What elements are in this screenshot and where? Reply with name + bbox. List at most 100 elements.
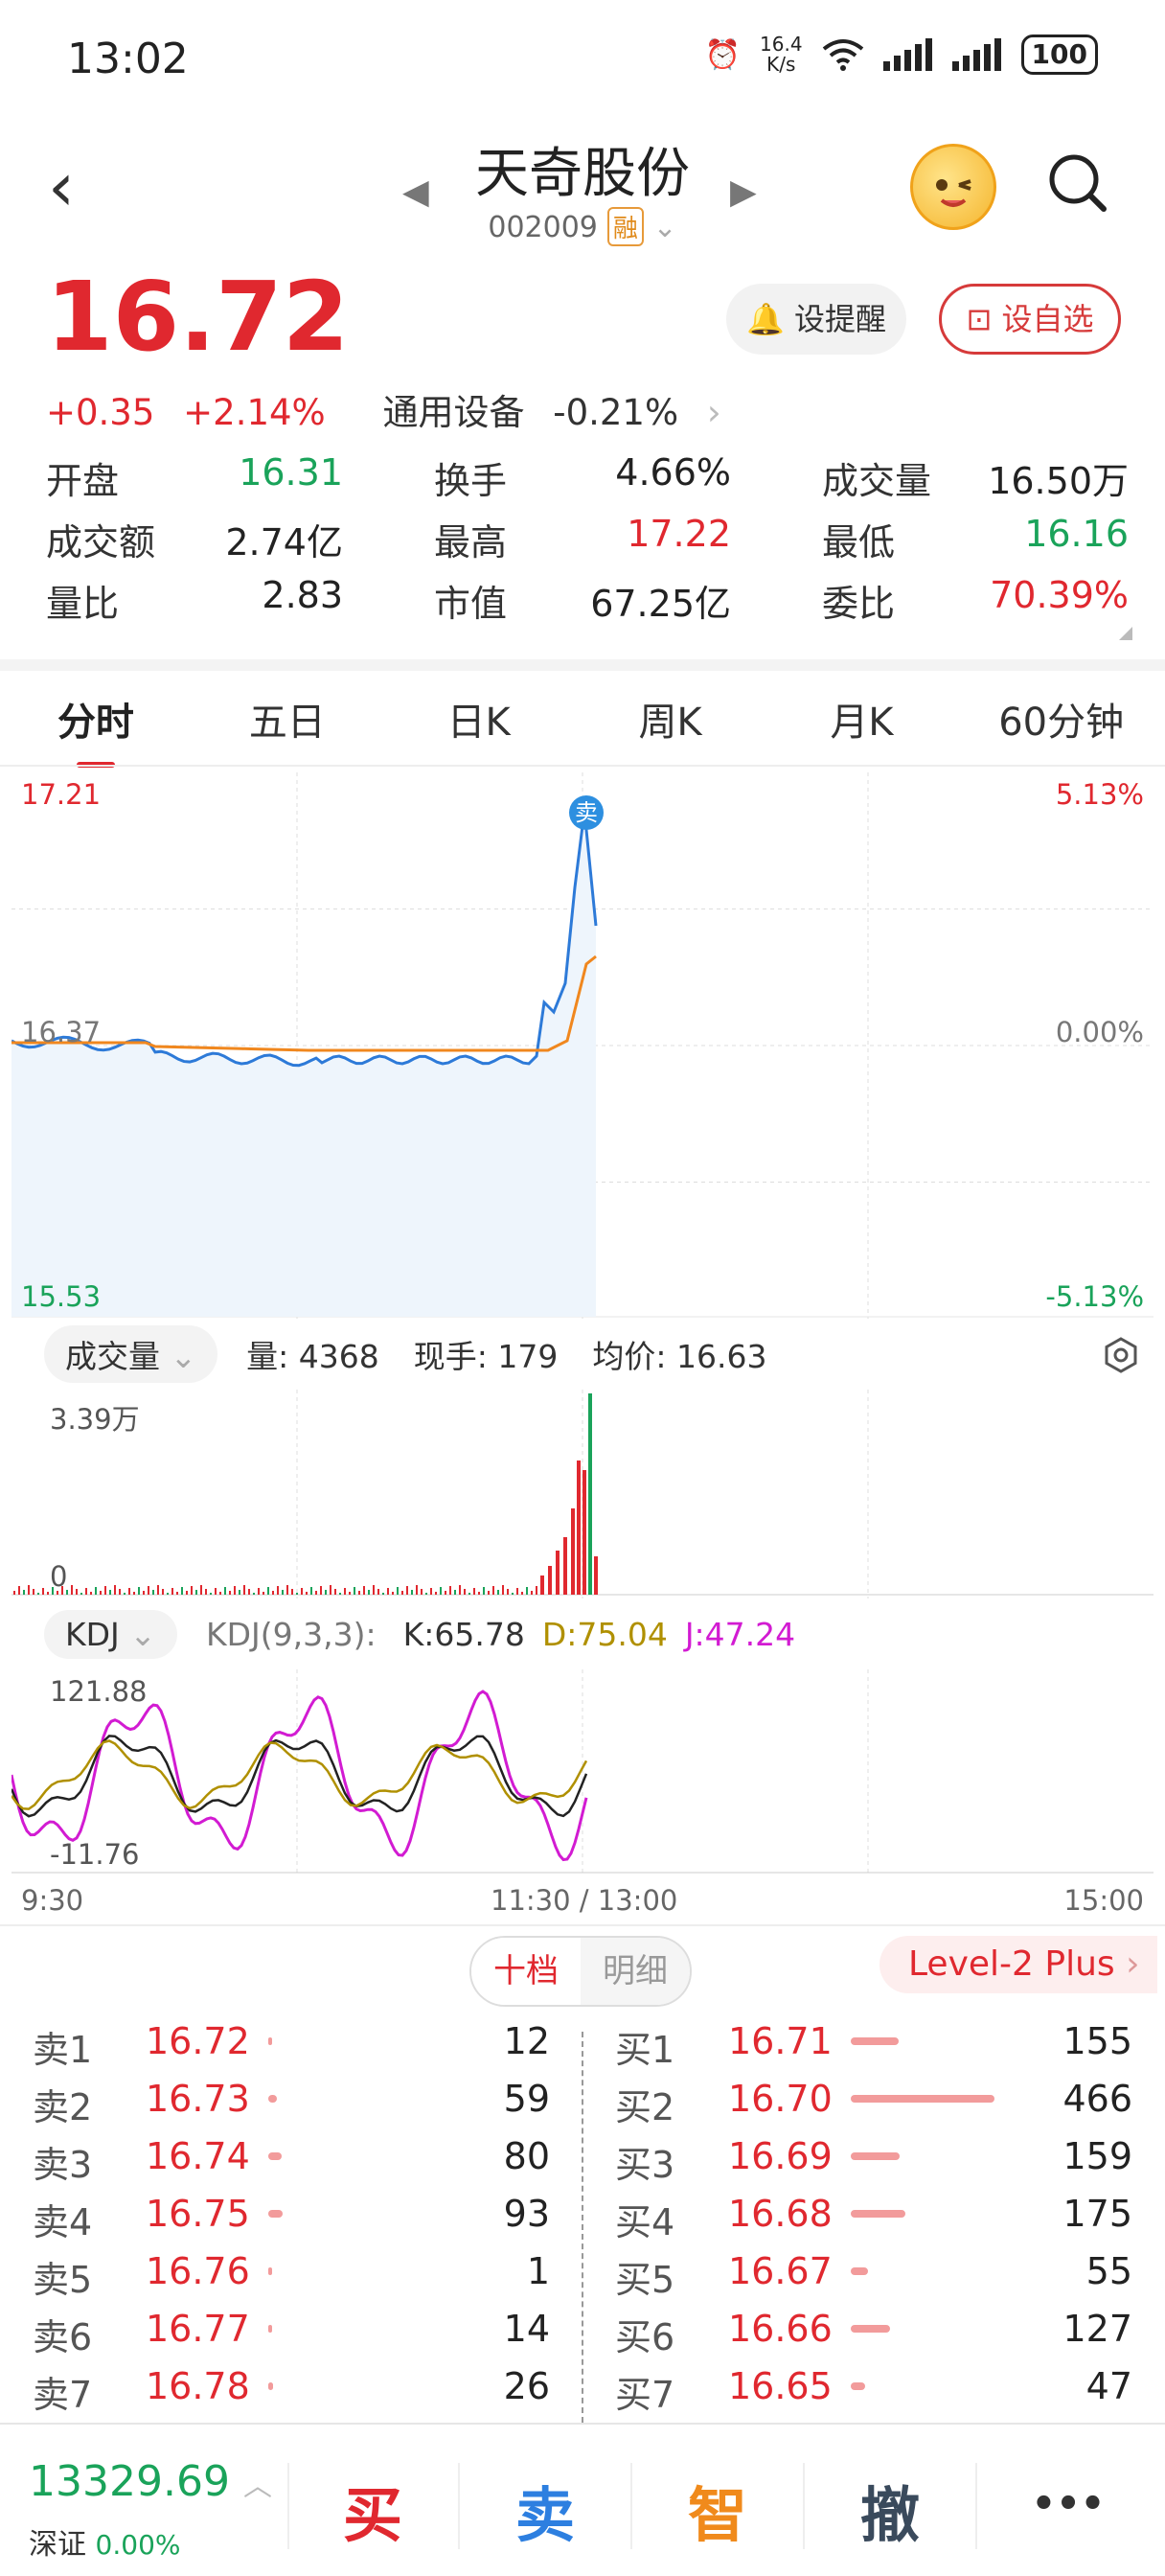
volume-bar	[406, 1586, 408, 1595]
volume-bar	[148, 1586, 149, 1595]
sell-level-row[interactable]: 卖5 16.76 1	[33, 2242, 550, 2301]
level-volume-bar	[851, 2325, 890, 2333]
buy-button[interactable]: 买	[291, 2467, 454, 2553]
level-qty: 80	[503, 2135, 550, 2177]
kdj-indicator-select[interactable]: KDJ ⌄	[44, 1609, 177, 1659]
more-button[interactable]: •••	[987, 2482, 1150, 2526]
tabs-underline	[0, 765, 1165, 767]
smart-button[interactable]: 智	[636, 2467, 799, 2553]
volume-bar	[330, 1585, 331, 1595]
volume-bar	[397, 1587, 399, 1595]
intraday-chart[interactable]	[11, 772, 1154, 1319]
tab-5[interactable]: 60分钟	[957, 691, 1165, 747]
buy-level-row[interactable]: 买5 16.67 55	[615, 2242, 1132, 2301]
volume-chart-svg	[11, 1390, 1154, 1598]
volume-bar	[531, 1591, 533, 1595]
volume-bar	[28, 1585, 30, 1595]
search-icon[interactable]	[1046, 151, 1109, 215]
volume-bar	[373, 1585, 375, 1595]
set-alert-button[interactable]: 🔔 设提醒	[726, 284, 906, 355]
level-qty: 127	[1062, 2308, 1132, 2350]
volume-bar	[272, 1591, 274, 1595]
volume-bar	[186, 1591, 188, 1595]
volume-bar	[507, 1589, 509, 1595]
level-price: 16.67	[728, 2250, 833, 2292]
bar-separator	[975, 2463, 977, 2549]
level-volume-bar	[851, 2037, 899, 2045]
volume-bar	[540, 1576, 544, 1595]
sell-level-row[interactable]: 卖7 16.78 26	[33, 2358, 550, 2416]
buy-level-row[interactable]: 买4 16.68 175	[615, 2185, 1132, 2243]
sell-level-row[interactable]: 卖3 16.74 80	[33, 2128, 550, 2186]
volume-bar	[258, 1588, 260, 1595]
intraday-chart-svg	[11, 772, 1154, 1319]
pct-low-label: -5.13%	[1045, 1280, 1144, 1313]
level-volume-bar	[851, 2267, 868, 2275]
volume-bar	[354, 1587, 355, 1595]
buy-level-row[interactable]: 买2 16.70 466	[615, 2070, 1132, 2128]
volume-bar	[411, 1590, 413, 1595]
sell-marker[interactable]: 卖	[569, 795, 604, 830]
volume-bar	[392, 1592, 394, 1595]
volume-bar	[421, 1589, 423, 1595]
volume-bar	[521, 1592, 523, 1595]
level2-plus-button[interactable]: Level-2 Plus ›	[879, 1936, 1157, 1993]
next-stock-button[interactable]: ▶	[730, 172, 757, 212]
volume-bar	[315, 1591, 317, 1595]
tab-0[interactable]: 分时	[0, 691, 192, 768]
level-price: 16.70	[728, 2078, 833, 2120]
kdj-chart[interactable]	[10, 1669, 1154, 1874]
volume-bar	[224, 1587, 226, 1595]
level-qty: 93	[503, 2193, 550, 2235]
price-change-line: +0.35 +2.14% 通用设备 -0.21% ›	[46, 383, 756, 435]
volume-bar	[582, 1470, 586, 1595]
buy-level-row[interactable]: 买1 16.71 155	[615, 2012, 1132, 2071]
tab-1[interactable]: 五日	[192, 691, 383, 747]
volume-bar	[210, 1593, 212, 1595]
sell-level-row[interactable]: 卖1 16.72 12	[33, 2012, 550, 2071]
sell-level-row[interactable]: 卖2 16.73 59	[33, 2070, 550, 2128]
level-volume-bar	[268, 2210, 283, 2218]
volume-bar	[358, 1591, 360, 1595]
quote-cell: 量比 2.83	[46, 574, 343, 627]
volume-bar	[325, 1590, 327, 1595]
volume-bar	[138, 1587, 140, 1595]
mascot-icon[interactable]	[910, 144, 996, 230]
sell-level-row[interactable]: 卖6 16.77 14	[33, 2300, 550, 2358]
level-label: 卖4	[33, 2201, 93, 2243]
volume-indicator-select[interactable]: 成交量 ⌄	[44, 1325, 218, 1383]
level-price: 16.65	[728, 2365, 833, 2407]
orderbook-center-divider	[582, 2032, 583, 2423]
quote-value: 16.31	[239, 450, 343, 494]
level-qty: 59	[503, 2078, 550, 2120]
volume-chart[interactable]	[11, 1390, 1154, 1598]
buy-level-row[interactable]: 买3 16.69 159	[615, 2128, 1132, 2186]
kdj-params: KDJ(9,3,3):	[205, 1615, 377, 1653]
tab-3[interactable]: 周K	[575, 691, 766, 747]
level-qty: 155	[1062, 2020, 1132, 2062]
level-qty: 466	[1062, 2078, 1132, 2120]
index-value[interactable]: 13329.69 ︿	[29, 2457, 272, 2506]
sell-button[interactable]: 卖	[464, 2467, 627, 2553]
cancel-order-button[interactable]: 撤	[809, 2467, 971, 2553]
tab-ten-levels[interactable]: 十档	[471, 1938, 581, 2005]
level-price: 16.74	[146, 2135, 250, 2177]
tab-4[interactable]: 月K	[766, 691, 958, 747]
settings-hexagon-icon[interactable]	[1102, 1336, 1140, 1374]
chevron-down-icon: ⌄	[652, 211, 677, 244]
buy-level-row[interactable]: 买7 16.65 47	[615, 2358, 1132, 2416]
add-watchlist-button[interactable]: ⊡ 设自选	[939, 284, 1121, 355]
tab-2[interactable]: 日K	[383, 691, 575, 747]
volume-bar	[95, 1587, 97, 1595]
sell-level-row[interactable]: 卖4 16.75 93	[33, 2185, 550, 2243]
price-high-label: 17.21	[21, 778, 102, 811]
level-volume-bar	[268, 2325, 272, 2333]
expand-corner-icon[interactable]	[1119, 627, 1132, 640]
volume-bar	[162, 1589, 164, 1595]
volume-bar	[473, 1588, 475, 1595]
sector-link[interactable]: 通用设备 -0.21% ›	[382, 392, 738, 433]
quote-value: 16.16	[1024, 512, 1129, 555]
volume-bar	[320, 1586, 322, 1595]
tab-details[interactable]: 明细	[581, 1938, 690, 2005]
buy-level-row[interactable]: 买6 16.66 127	[615, 2300, 1132, 2358]
